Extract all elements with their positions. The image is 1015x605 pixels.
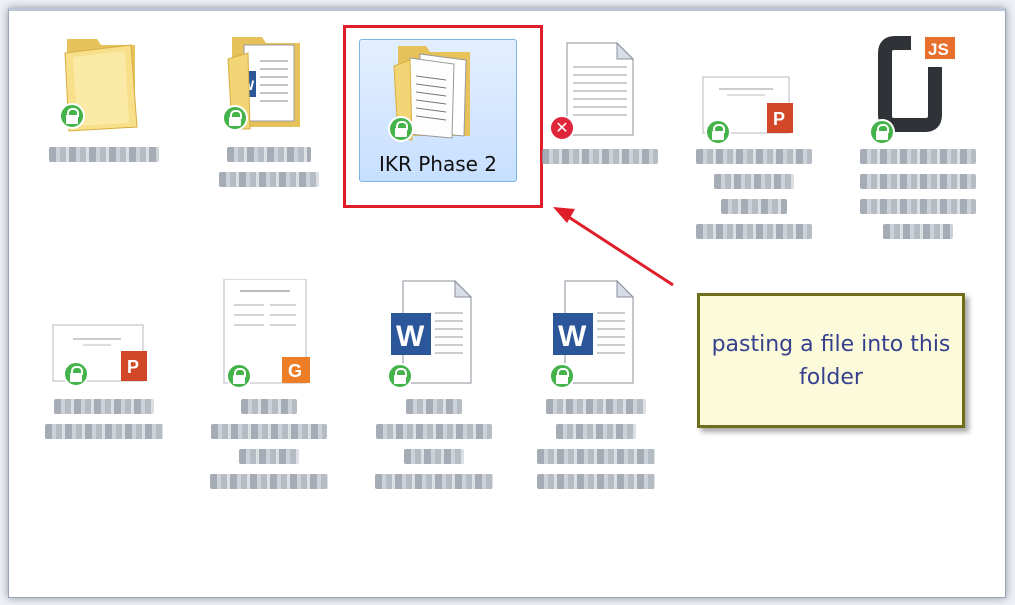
annotation-arrow (553, 207, 674, 287)
explorer-window: W IKR Phase 2 (8, 8, 1006, 598)
